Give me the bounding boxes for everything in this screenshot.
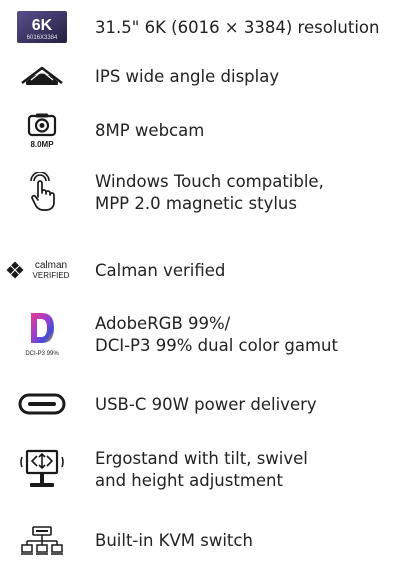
touch-hand-icon xyxy=(16,171,68,213)
calman-logo-subtext: VERIFIED xyxy=(33,271,70,280)
icon-webcam-label: 8.0MP xyxy=(30,140,54,149)
feature-text: USB-C 90W power delivery xyxy=(95,394,317,416)
feature-line: MPP 2.0 magnetic stylus xyxy=(95,194,297,213)
color-gamut-icon: DCI-P3 99% xyxy=(16,310,68,358)
feature-line: Ergostand with tilt, swivel xyxy=(95,449,308,468)
gamut-icon-caption: DCI-P3 99% xyxy=(25,351,59,357)
feature-line: Calman verified xyxy=(95,261,226,280)
feature-line: AdobeRGB 99%/ xyxy=(95,314,231,333)
feature-line: IPS wide angle display xyxy=(95,67,280,86)
feature-item: 8.0MP 8MP webcam xyxy=(0,110,401,152)
kvm-switch-icon xyxy=(16,524,68,558)
icon-6k-resolution-label: 6016X3384 xyxy=(27,35,58,41)
feature-item: DCI-P3 99% AdobeRGB 99%/ DCI-P3 99% dual… xyxy=(0,310,401,360)
feature-line: 8MP webcam xyxy=(95,121,205,140)
feature-line: USB-C 90W power delivery xyxy=(95,395,317,414)
feature-text: Ergostand with tilt, swivel and height a… xyxy=(95,448,308,492)
feature-text: AdobeRGB 99%/ DCI-P3 99% dual color gamu… xyxy=(95,313,338,357)
usb-c-icon xyxy=(16,390,68,418)
webcam-icon: 8.0MP xyxy=(16,112,68,150)
feature-item: IPS wide angle display xyxy=(0,60,401,94)
feature-line: 31.5" 6K (6016 × 3384) resolution xyxy=(95,18,380,37)
feature-text: 8MP webcam xyxy=(95,120,204,142)
feature-text: 31.5" 6K (6016 × 3384) resolution xyxy=(95,17,379,39)
feature-text: IPS wide angle display xyxy=(95,66,279,88)
feature-line: Built-in KVM switch xyxy=(95,531,253,550)
feature-item: 6K 6016X3384 31.5" 6K (6016 × 3384) reso… xyxy=(0,8,401,48)
wide-angle-display-icon xyxy=(16,62,68,90)
feature-text: Windows Touch compatible, MPP 2.0 magnet… xyxy=(95,171,324,215)
feature-text: Calman verified xyxy=(95,260,225,282)
feature-line: Windows Touch compatible, xyxy=(95,172,324,191)
feature-item: Built-in KVM switch xyxy=(0,522,401,562)
feature-line: and height adjustment xyxy=(95,471,283,490)
calman-logo-text: calman xyxy=(35,260,67,271)
calman-verified-logo: calman VERIFIED xyxy=(4,256,80,284)
feature-item: Windows Touch compatible, MPP 2.0 magnet… xyxy=(0,168,401,218)
feature-item: calman VERIFIED Calman verified xyxy=(0,254,401,288)
icon-6k-label: 6K xyxy=(32,17,53,34)
feature-item: Ergostand with tilt, swivel and height a… xyxy=(0,445,401,495)
feature-line: DCI-P3 99% dual color gamut xyxy=(95,336,338,355)
feature-text: Built-in KVM switch xyxy=(95,530,253,552)
feature-item: USB-C 90W power delivery xyxy=(0,388,401,422)
ergostand-icon xyxy=(16,446,68,492)
6k-resolution-icon: 6K 6016X3384 xyxy=(16,9,68,45)
